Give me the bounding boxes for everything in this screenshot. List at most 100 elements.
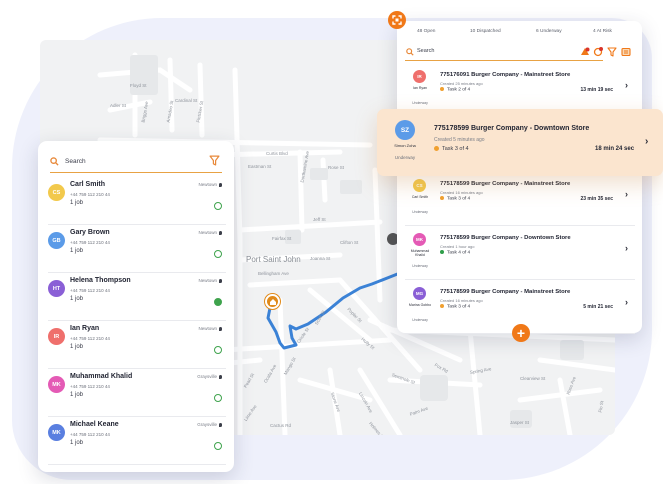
driver-phone: +44 759 112 210 44 [70,432,110,437]
search-icon [50,157,59,166]
driver-phone: +44 759 112 210 44 [70,384,110,389]
driver-location: Graysville [197,374,222,379]
map-label: Clearview St [520,376,546,381]
location-pin-icon [219,182,222,187]
driver-name: Muhammad Khalid [70,373,133,380]
search-icon [406,48,414,56]
order-title: 775178599 Burger Company - Downtown Stor… [440,235,571,241]
order-toolbar [580,46,638,58]
eta-time: 18 min 24 sec [595,146,635,152]
order-row[interactable]: CS Carl Smith Underway 775178599 Burger Com… [405,173,635,226]
task-label: Task 3 of 4 [447,304,471,310]
driver-location: Newtown [198,278,222,283]
driver-name: Helena Thompson [70,277,131,284]
store-marker-icon[interactable] [265,294,280,309]
location-label: Graysville [197,422,217,427]
map-label: Adler St [110,103,127,108]
order-title: 775176091 Burger Company - Mainstreet St… [440,72,571,78]
order-status: Underway [412,318,428,322]
map-label: Floyd St [130,83,147,88]
driver-row[interactable]: MK Muhammad Khalid +44 759 112 210 44 1 job… [48,369,226,417]
map-label: Eastman St [248,164,272,169]
task-status-dot [440,196,444,200]
expand-icon [392,15,402,25]
driver-name: Simon Zoha [394,143,416,148]
avatar: SZ [395,120,415,140]
location-pin-icon [219,278,222,283]
driver-jobs: 1 job [70,248,84,254]
app-stage: Floyd St Cardinal St Adler St Briggs Ave… [0,0,663,484]
map-label: Rose St [328,165,345,170]
avatar: MK [48,424,65,441]
driver-search-bar[interactable]: Search [50,151,222,173]
chevron-right-icon[interactable]: › [625,189,628,199]
avatar: GB [48,232,65,249]
driver-name: Muhammad Khalid [410,249,430,258]
driver-name: Carl Smith [70,181,106,188]
task-progress: Task 4 of 4 [440,250,470,255]
chevron-right-icon[interactable]: › [625,297,628,307]
driver-row[interactable]: MK Michael Keane +44 759 112 210 44 1 job Gr… [48,417,226,465]
map-label: Cactus Rd [270,423,292,428]
status-indicator [214,298,222,306]
add-order-button[interactable]: + [512,324,530,342]
order-status: Underway [412,264,428,268]
order-created: Created 25 minutes ago [440,81,483,86]
tab-open[interactable]: 48 Open [417,29,435,34]
driver-phone: +44 759 112 210 44 [70,240,110,245]
location-pin-icon [219,422,222,427]
location-pin-icon [219,326,222,331]
order-created: Created 16 minutes ago [440,190,483,195]
driver-row[interactable]: IR Ian Ryan +44 759 112 210 44 1 job Newtown [48,321,226,369]
avatar: HT [48,280,65,297]
order-row[interactable]: MK Muhammad Khalid Underway 775178599 Burge… [405,227,635,280]
chevron-right-icon[interactable]: › [625,80,628,90]
chevron-right-icon[interactable]: › [625,243,628,253]
highlighted-order-card[interactable]: SZ Simon Zoha Underway 775178599 Burger … [377,109,663,176]
driver-search-input[interactable]: Search [65,158,86,165]
map-label: Jasper St [510,420,530,425]
location-label: Newtown [198,326,217,331]
driver-name: Marina Gobbo [408,303,432,307]
driver-jobs: 1 job [70,392,84,398]
order-status: Underway [412,101,428,105]
map-label: Joanna St [310,256,331,261]
task-label: Task 4 of 4 [447,250,471,256]
expand-button[interactable] [388,11,406,29]
driver-jobs: 1 job [70,200,84,206]
refresh-icon[interactable] [593,47,603,57]
chevron-right-icon[interactable]: › [645,136,648,147]
avatar: CS [48,184,65,201]
driver-location: Graysville [197,422,222,427]
driver-phone: +44 759 112 210 44 [70,336,110,341]
task-label: Task 2 of 4 [447,87,471,93]
task-status-dot [440,87,444,91]
order-search-bar[interactable]: Search [405,46,603,61]
driver-row[interactable]: GB Gary Brown +44 759 112 210 44 1 job Newto… [48,225,226,273]
order-search-input[interactable]: Search [417,48,434,54]
eta-time: 23 min 35 sec [580,196,613,202]
order-created: Created 16 minutes ago [440,298,483,303]
map-label: Fairfax St [272,236,292,241]
tab-at-risk[interactable]: 4 At Risk [593,29,612,34]
driver-name: Carl Smith [411,195,429,199]
driver-location: Newtown [198,326,222,331]
filter-icon[interactable] [607,47,617,57]
driver-name: Michael Keane [70,421,119,428]
map-label: Jeff St [313,217,326,222]
list-icon[interactable] [621,47,631,57]
tab-dispatched[interactable]: 10 Dispatched [470,29,501,34]
driver-row[interactable]: CS Carl Smith +44 759 112 210 44 1 job Newto… [48,177,226,225]
alert-icon[interactable] [580,47,590,57]
order-title: 775178599 Burger Company - Mainstreet St… [440,181,571,187]
order-title: 775178599 Burger Company - Mainstreet St… [440,289,571,295]
tab-underway[interactable]: 6 Underway [536,29,562,34]
map-label: Bellingham Ave [258,271,289,276]
map-label: Clifton St [340,240,359,245]
driver-row[interactable]: HT Helena Thompson +44 759 112 210 44 1 job… [48,273,226,321]
task-progress: Task 3 of 4 [434,146,469,152]
filter-icon[interactable] [209,155,220,166]
task-progress: Task 3 of 4 [440,196,470,201]
driver-location: Newtown [198,182,222,187]
task-label: Task 3 of 4 [447,196,471,202]
